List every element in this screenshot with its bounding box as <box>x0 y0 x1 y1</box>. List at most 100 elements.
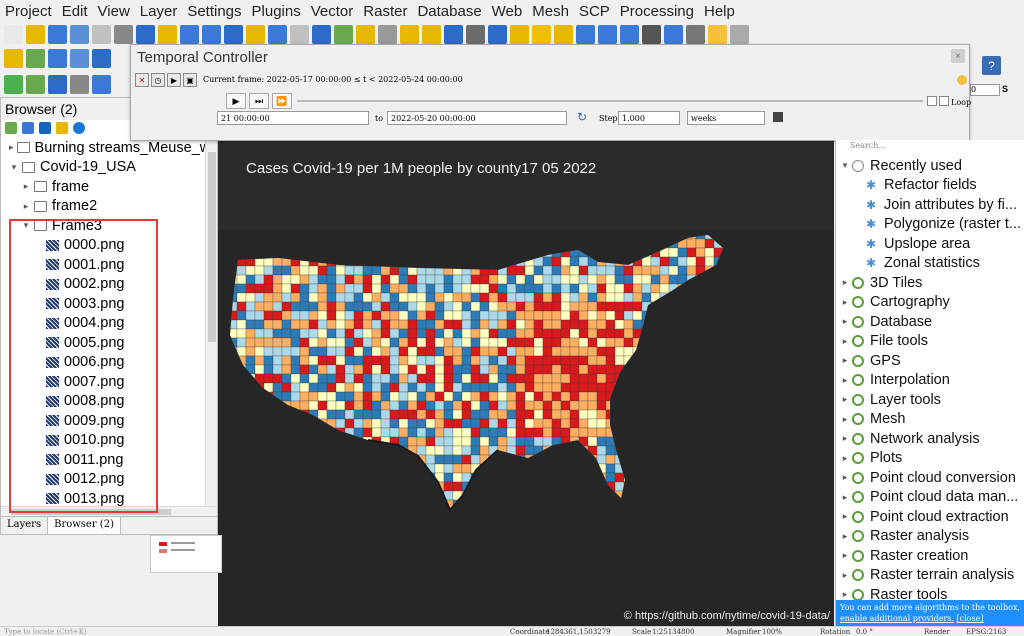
toolbox-group[interactable]: ▸ Raster analysis <box>836 527 969 547</box>
magnifier-value[interactable]: 100% <box>762 628 782 636</box>
locator-input[interactable]: Type to locate (Ctrl+K) <box>4 628 87 636</box>
range-end-field[interactable]: 2022-05-20 00:00:00 <box>387 111 567 125</box>
toolbox-group[interactable]: ▸ Raster terrain analysis <box>836 566 1015 586</box>
collapse-arrow-icon[interactable]: ▸ <box>840 550 850 561</box>
toolbox-group[interactable]: ▸ Interpolation <box>836 371 950 391</box>
snapping-icon[interactable]: S <box>1002 84 1014 96</box>
info-icon[interactable] <box>73 122 85 134</box>
toolbox-group[interactable]: ▸ Database <box>836 312 932 332</box>
expand-arrow-icon[interactable]: ▾ <box>840 160 850 171</box>
toolbox-group[interactable]: ▸ Plots <box>836 449 903 469</box>
toolbar-10-icon[interactable] <box>202 24 221 44</box>
movie-icon[interactable]: ▣ <box>183 73 197 87</box>
collapse-arrow-icon[interactable]: ▸ <box>840 394 850 405</box>
menu-web[interactable]: Web <box>487 3 528 20</box>
plugin-2-icon[interactable] <box>26 74 45 94</box>
toolbar-22-icon[interactable] <box>466 24 485 44</box>
toolbar-3-icon[interactable] <box>48 24 67 44</box>
toolbar-29-icon[interactable] <box>620 24 639 44</box>
step-value-field[interactable]: 1.000 <box>618 111 680 125</box>
collapse-arrow-icon[interactable]: ▸ <box>840 570 850 581</box>
next-frame-button[interactable]: ⏭ <box>249 93 269 109</box>
collapse-arrow-icon[interactable]: ▸ <box>840 531 850 542</box>
toolbox-group[interactable]: ▸ File tools <box>836 332 928 352</box>
digitize-1-icon[interactable] <box>4 49 23 68</box>
toolbar-31-icon[interactable] <box>664 24 683 44</box>
toolbar-2-icon[interactable] <box>26 24 45 44</box>
collapse-arrow-icon[interactable]: ▸ <box>840 297 850 308</box>
toolbox-recent-item[interactable]: ✱ Upslope area <box>836 234 970 254</box>
menu-view[interactable]: View <box>93 3 135 20</box>
browser-folder-item[interactable]: ▸ frame2 <box>1 197 206 217</box>
timeline-slider[interactable] <box>297 100 923 102</box>
filter-icon[interactable] <box>39 122 51 134</box>
browser-vertical-scrollbar[interactable] <box>205 138 217 510</box>
toolbar-5-icon[interactable] <box>92 24 111 44</box>
render-label[interactable]: Render <box>924 628 950 636</box>
toolbar-34-icon[interactable] <box>730 24 749 44</box>
dock-tab-browser[interactable]: Browser (2) <box>48 517 121 534</box>
digitize-2-icon[interactable] <box>26 49 45 68</box>
plugin-3-icon[interactable] <box>48 74 67 94</box>
toolbar-1-icon[interactable] <box>4 24 23 44</box>
dock-tab-layers[interactable]: Layers <box>1 517 49 534</box>
map-canvas[interactable]: Cases Covid-19 per 1M people by county17… <box>218 140 834 626</box>
toolbox-recent-item[interactable]: ✱ Refactor fields <box>836 176 977 196</box>
menu-edit[interactable]: Edit <box>57 3 93 20</box>
toolbar-26-icon[interactable] <box>554 24 573 44</box>
play-button[interactable]: ▶ <box>226 93 246 109</box>
toolbar-12-icon[interactable] <box>246 24 265 44</box>
toolbar-4-icon[interactable] <box>70 24 89 44</box>
toolbox-group[interactable]: ▸ Layer tools <box>836 390 941 410</box>
crs-label[interactable]: EPSG:2163 <box>966 628 1006 636</box>
collapse-arrow-icon[interactable]: ▸ <box>840 453 850 464</box>
toolbar-21-icon[interactable] <box>444 24 463 44</box>
scale-value[interactable]: 1:25134800 <box>652 628 694 636</box>
collapse-arrow-icon[interactable]: ▸ <box>840 336 850 347</box>
plugin-5-icon[interactable] <box>92 74 111 94</box>
collapse-arrow-icon[interactable]: ▸ <box>840 589 850 600</box>
toolbar-spin-field[interactable]: 0 <box>970 84 1000 96</box>
collapse-arrow-icon[interactable]: ▸ <box>840 414 850 425</box>
menu-settings[interactable]: Settings <box>182 3 246 20</box>
collapse-arrow-icon[interactable]: ▸ <box>840 433 850 444</box>
toolbar-15-icon[interactable] <box>312 24 331 44</box>
digitize-4-icon[interactable] <box>70 49 89 68</box>
toolbar-27-icon[interactable] <box>576 24 595 44</box>
digitize-3-icon[interactable] <box>48 49 67 68</box>
collapse-all-icon[interactable] <box>56 122 68 134</box>
digitize-5-icon[interactable] <box>92 49 111 68</box>
collapse-arrow-icon[interactable]: ▸ <box>840 316 850 327</box>
toolbar-16-icon[interactable] <box>334 24 353 44</box>
plugin-1-icon[interactable] <box>4 74 23 94</box>
browser-folder-item[interactable]: ▾ Covid-19_USA <box>1 158 206 178</box>
enable-providers-link[interactable]: enable additional providers. <box>840 614 954 623</box>
coordinate-value[interactable]: 1284361,1503279 <box>546 628 611 636</box>
menu-database[interactable]: Database <box>412 3 486 20</box>
toolbox-recent-item[interactable]: ✱ Zonal statistics <box>836 254 980 274</box>
toolbar-6-icon[interactable] <box>114 24 133 44</box>
refresh-range-icon[interactable]: ↻ <box>577 111 589 123</box>
toolbar-11-icon[interactable] <box>224 24 243 44</box>
export-icon[interactable] <box>773 112 783 122</box>
toolbox-group[interactable]: ▸ Point cloud conversion <box>836 468 1016 488</box>
collapse-arrow-icon[interactable]: ▸ <box>9 142 14 153</box>
collapse-arrow-icon[interactable]: ▸ <box>840 511 850 522</box>
menu-raster[interactable]: Raster <box>358 3 412 20</box>
collapse-arrow-icon[interactable]: ▸ <box>840 375 850 386</box>
toolbar-24-icon[interactable] <box>510 24 529 44</box>
toolbox-recent-item[interactable]: ✱ Polygonize (raster t... <box>836 215 1021 235</box>
toolbar-19-icon[interactable] <box>400 24 419 44</box>
toolbox-group[interactable]: ▸ Mesh <box>836 410 906 430</box>
collapse-arrow-icon[interactable]: ▸ <box>840 355 850 366</box>
toolbar-20-icon[interactable] <box>422 24 441 44</box>
toolbar-30-icon[interactable] <box>642 24 661 44</box>
notice-close-link[interactable]: [close] <box>957 614 984 623</box>
step-unit-select[interactable]: weeks <box>687 111 765 125</box>
loop-checkbox[interactable] <box>927 96 937 106</box>
add-layer-icon[interactable] <box>5 122 17 134</box>
toolbar-25-icon[interactable] <box>532 24 551 44</box>
collapse-arrow-icon[interactable]: ▸ <box>840 277 850 288</box>
expand-arrow-icon[interactable]: ▾ <box>9 162 19 173</box>
menu-mesh[interactable]: Mesh <box>527 3 574 20</box>
